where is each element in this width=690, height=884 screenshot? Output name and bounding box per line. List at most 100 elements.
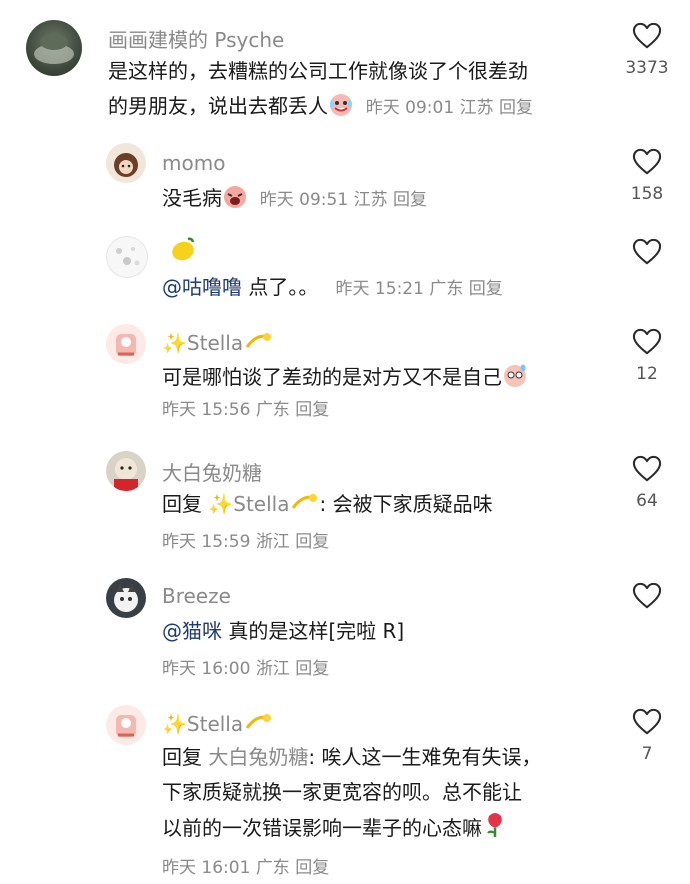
comment-location: 广东 [255,400,290,420]
heart-outline-icon[interactable] [632,708,662,736]
author-name: ✨Stella [162,331,244,355]
reply-prefix: 回复 [162,745,202,769]
comment-author[interactable]: Breeze [162,584,231,608]
heart-outline-icon[interactable] [632,238,662,266]
like-area[interactable]: 64 [624,455,670,511]
comment-text-segment: 没毛病 [162,186,222,210]
comment-text: 可是哪怕谈了差劲的是对方又不是自己 [162,360,528,398]
mention-link[interactable]: @猫咪 [162,619,222,643]
comment-time: 昨天 09:51 [259,190,349,210]
crying-laugh-emoji-icon [328,92,354,127]
like-count: 3373 [625,58,669,78]
comment-time: 昨天 16:01 [162,858,251,878]
sob-emoji-icon [222,184,248,219]
heart-outline-icon[interactable] [632,328,662,356]
reply-button[interactable]: 回复 [469,279,503,299]
comment-location: 江苏 [459,98,494,118]
comment-text-segment: 的男朋友，说出去都丢人 [108,94,328,118]
comment-text-segment: 以前的一次错误影响一辈子的心态嘛 [162,816,482,840]
dizzy-star-icon [243,710,273,739]
comment-text-segment: : 唉人这一生难免有失误， [308,745,542,769]
comment-text-line: 回复 大白兔奶糖: 唉人这一生难免有失误， [162,740,541,775]
reply-button[interactable]: 回复 [295,532,329,552]
like-count: 64 [636,491,658,511]
comment-text-segment: 点了。。 [242,275,319,299]
comment-meta: 昨天 15:56 广东 回复 [162,398,329,422]
rose-emoji-icon [482,810,508,849]
avatar-image [116,247,140,266]
like-area[interactable]: 158 [624,148,670,204]
comment-time: 昨天 09:01 [365,98,455,118]
comment-location: 浙江 [255,659,290,679]
avatar[interactable] [106,324,146,364]
comment-author[interactable]: ✨Stella [162,329,273,358]
comment-meta: 昨天 09:51 江苏 回复 [254,190,427,210]
avatar[interactable] [106,705,146,745]
comment-meta: 昨天 15:59 浙江 回复 [162,530,329,554]
dizzy-star-icon [243,329,273,358]
like-area[interactable] [624,238,670,270]
reply-button[interactable]: 回复 [393,190,427,210]
comment-location: 广东 [429,279,464,299]
comment-text-segment: 真的是这样[完啦 R] [222,619,405,643]
like-area[interactable]: 7 [624,708,670,764]
comment-location: 浙江 [255,532,290,552]
comment-location: 广东 [255,858,290,878]
comment-text-line: 下家质疑就换一家更宽容的呗。总不能让 [162,780,522,804]
like-area[interactable] [624,582,670,614]
reply-button[interactable]: 回复 [499,98,533,118]
avatar-image [116,715,136,737]
reply-button[interactable]: 回复 [295,659,329,679]
comment-author[interactable]: momo [162,151,225,175]
reply-target-name[interactable]: 大白兔奶糖 [208,745,308,769]
avatar[interactable] [26,20,82,76]
reply-prefix: 回复 [162,492,202,516]
comment-text: @咕噜噜 点了。。 昨天 15:21 广东 回复 [162,270,503,307]
heart-outline-icon[interactable] [632,582,662,610]
comment-text: 是这样的，去糟糕的公司工作就像谈了个很差劲 的男朋友，说出去都丢人 昨天 09:… [108,54,533,127]
comment-meta: 昨天 09:01 江苏 回复 [360,98,533,118]
heart-outline-icon[interactable] [632,148,662,176]
reply-button[interactable]: 回复 [295,400,329,420]
mention-link[interactable]: @咕噜噜 [162,275,242,299]
comment-time: 昨天 16:00 [162,659,251,679]
comment-text: 没毛病 昨天 09:51 江苏 回复 [162,181,427,219]
comment-author[interactable]: ✨Stella [162,710,273,739]
comment-text-segment: 可是哪怕谈了差劲的是对方又不是自己 [162,365,502,389]
reply-button[interactable]: 回复 [295,858,329,878]
heart-outline-icon[interactable] [632,455,662,483]
comment-text-segment: : 会被下家质疑品味 [319,492,493,516]
like-area[interactable]: 3373 [624,22,670,78]
comment-text: 回复 ✨Stella : 会被下家质疑品味 [162,487,493,525]
heart-outline-icon[interactable] [632,22,662,50]
avatar[interactable] [106,578,146,618]
sweat-smile-emoji-icon [502,363,528,398]
comment-text-line: 的男朋友，说出去都丢人 昨天 09:01 江苏 回复 [108,89,533,127]
comment-author[interactable]: 大白兔奶糖 [162,457,262,486]
comment-text-line: 以前的一次错误影响一辈子的心态嘛 [162,810,541,849]
author-name: ✨Stella [162,712,244,736]
avatar-image [114,458,138,491]
avatar-image [114,584,138,612]
avatar[interactable] [106,143,146,183]
comment-time: 昨天 15:59 [162,532,251,552]
comment-time: 昨天 15:56 [162,400,251,420]
comment-text: @猫咪 真的是这样[完啦 R] [162,614,404,649]
comment-text: 回复 大白兔奶糖: 唉人这一生难免有失误， 下家质疑就换一家更宽容的呗。总不能让… [162,740,541,849]
comment-author[interactable]: 画画建模的 Psyche [108,24,284,53]
dizzy-star-icon [289,490,319,525]
avatar-image [114,153,138,177]
comment-meta: 昨天 15:21 广东 回复 [325,279,503,299]
comment-text-line: 是这样的，去糟糕的公司工作就像谈了个很差劲 [108,59,528,83]
comment-time: 昨天 15:21 [335,279,424,299]
avatar-image [116,334,136,356]
lemon-emoji-icon [168,234,198,275]
comment-location: 江苏 [353,190,388,210]
comment-text [168,234,198,275]
reply-target-name[interactable]: ✨Stella [208,492,289,516]
avatar-image [34,34,74,64]
avatar[interactable] [106,236,148,278]
comment-meta: 昨天 16:00 浙江 回复 [162,657,329,681]
like-area[interactable]: 12 [624,328,670,384]
avatar[interactable] [106,451,146,491]
